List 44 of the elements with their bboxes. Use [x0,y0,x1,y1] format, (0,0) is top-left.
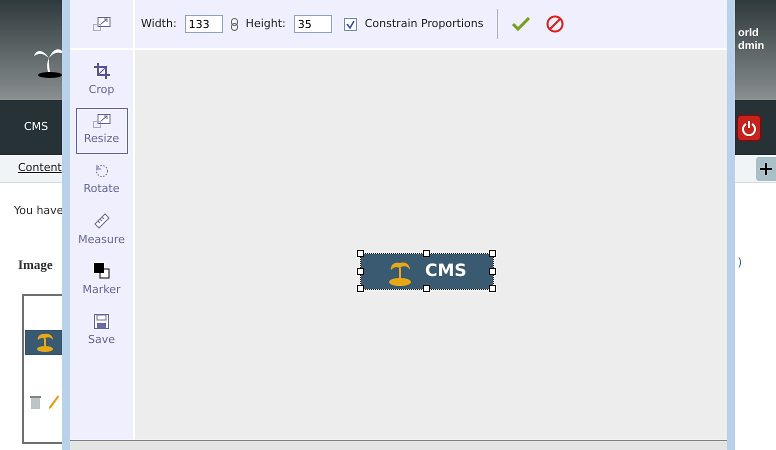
tool-button[interactable]: Save [76,308,128,354]
resize-handle[interactable] [489,285,496,292]
logo-image: CMS [361,254,493,289]
tool-button[interactable]: Resize [76,108,128,154]
width-label: Width: [141,16,177,32]
resize-handle[interactable] [357,268,364,274]
tool-button[interactable]: Measure [76,208,128,254]
resize-mode-icon [92,17,110,31]
resize-handle[interactable] [489,250,496,257]
power-icon [741,120,757,136]
header-text: dmin [738,40,766,53]
plus-icon [760,163,772,176]
checkbox[interactable] [344,18,357,30]
cancel-icon[interactable] [546,15,564,33]
header-text: orld [738,27,760,40]
section-title: Image [18,256,54,274]
crop-icon [94,63,110,80]
resize-icon [92,114,110,128]
height-label: Height: [246,16,286,32]
notice-text: You have [14,203,64,219]
resize-handle[interactable] [357,285,364,292]
checkmark-icon[interactable] [512,17,530,31]
power-button[interactable] [737,114,761,140]
tool-button[interactable]: Marker [76,258,128,304]
breadcrumb-link[interactable]: Content [0,160,62,177]
width-field[interactable]: 133 [184,15,223,33]
rotate-icon [94,164,108,178]
color-swatch-icon [94,263,110,280]
height-field[interactable]: 35 [294,15,332,33]
tool-button[interactable]: Crop [76,58,128,104]
image-thumbnail [25,330,65,355]
add-button[interactable] [756,156,776,180]
nav-link[interactable]: CMS [0,119,48,136]
tool-button[interactable]: Rotate [76,158,128,204]
resize-handle[interactable] [357,250,364,257]
resize-handle[interactable] [423,285,430,292]
save-icon [94,314,109,329]
resize-handle[interactable] [423,250,430,257]
ruler-icon [94,213,110,230]
chain-link-icon[interactable] [230,18,238,30]
trash-icon[interactable] [30,395,41,409]
resize-handle[interactable] [489,268,496,274]
side-text: ) [738,255,742,271]
checkbox-label: Constrain Proportions [364,16,484,32]
